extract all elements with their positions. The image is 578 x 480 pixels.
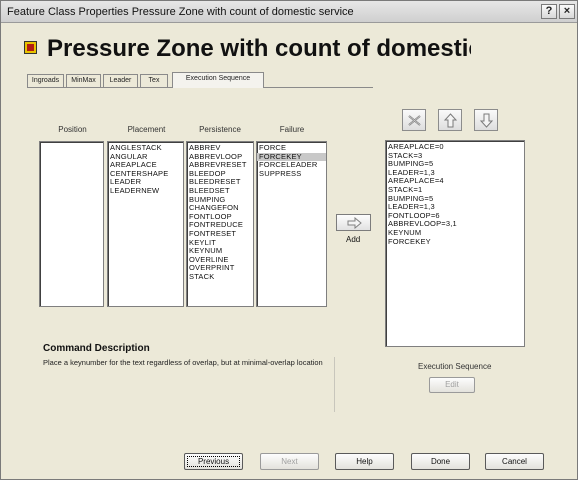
feature-class-properties-window: Feature Class Properties Pressure Zone w… (0, 0, 578, 480)
placement-column-label: Placement (127, 125, 166, 134)
arrow-right-icon (347, 217, 362, 229)
tab-execution-sequence[interactable]: Execution Sequence (172, 72, 264, 88)
move-up-button[interactable] (438, 109, 462, 131)
position-list[interactable] (39, 141, 104, 307)
add-label: Add (346, 235, 361, 244)
section-divider (334, 357, 335, 412)
list-item[interactable]: FORCEKEY (386, 237, 524, 247)
close-button[interactable]: × (559, 4, 575, 19)
done-button[interactable]: Done (411, 453, 470, 470)
command-description-title: Command Description (43, 343, 150, 354)
help-button[interactable]: Help (335, 453, 394, 470)
execution-sequence-list[interactable]: AREAPLACE=0 STACK=3 BUMPING=5 LEADER=1,3… (385, 140, 525, 347)
position-column-label: Position (58, 125, 87, 134)
execution-sequence-label: Execution Sequence (418, 362, 492, 371)
feature-class-icon (24, 41, 37, 54)
window-title: Feature Class Properties Pressure Zone w… (7, 6, 354, 18)
tab-tex[interactable]: Tex (140, 74, 168, 87)
delete-button[interactable] (402, 109, 426, 131)
add-button[interactable] (336, 214, 371, 231)
tab-ingroads[interactable]: Ingroads (27, 74, 64, 87)
edit-button[interactable]: Edit (429, 377, 475, 393)
help-titlebar-button[interactable]: ? (541, 4, 557, 19)
move-down-button[interactable] (474, 109, 498, 131)
arrow-up-icon (443, 113, 458, 128)
persistence-column-label: Persistence (199, 125, 241, 134)
delete-icon (408, 115, 421, 126)
failure-list[interactable]: FORCE FORCEKEY FORCELEADER SUPPRESS (256, 141, 327, 307)
list-item[interactable]: LEADERNEW (108, 186, 183, 196)
arrow-down-icon (479, 113, 494, 128)
previous-button[interactable]: Previous (184, 453, 243, 470)
command-description-text: Place a keynumber for the text regardles… (43, 358, 323, 367)
persistence-list[interactable]: ABBREV ABBREVLOOP ABBREVRESET BLEEDOP BL… (186, 141, 254, 307)
list-item[interactable]: SUPPRESS (257, 169, 326, 179)
failure-column-label: Failure (279, 125, 305, 134)
cancel-button[interactable]: Cancel (485, 453, 544, 470)
title-bar[interactable]: Feature Class Properties Pressure Zone w… (1, 1, 577, 23)
tab-minmax[interactable]: MinMax (66, 74, 101, 87)
page-title: Pressure Zone with count of domestic ser… (47, 35, 471, 62)
list-item[interactable]: STACK (187, 272, 253, 282)
next-button[interactable]: Next (260, 453, 319, 470)
tab-leader[interactable]: Leader (103, 74, 138, 87)
placement-list[interactable]: ANGLESTACK ANGULAR AREAPLACE CENTERSHAPE… (107, 141, 184, 307)
